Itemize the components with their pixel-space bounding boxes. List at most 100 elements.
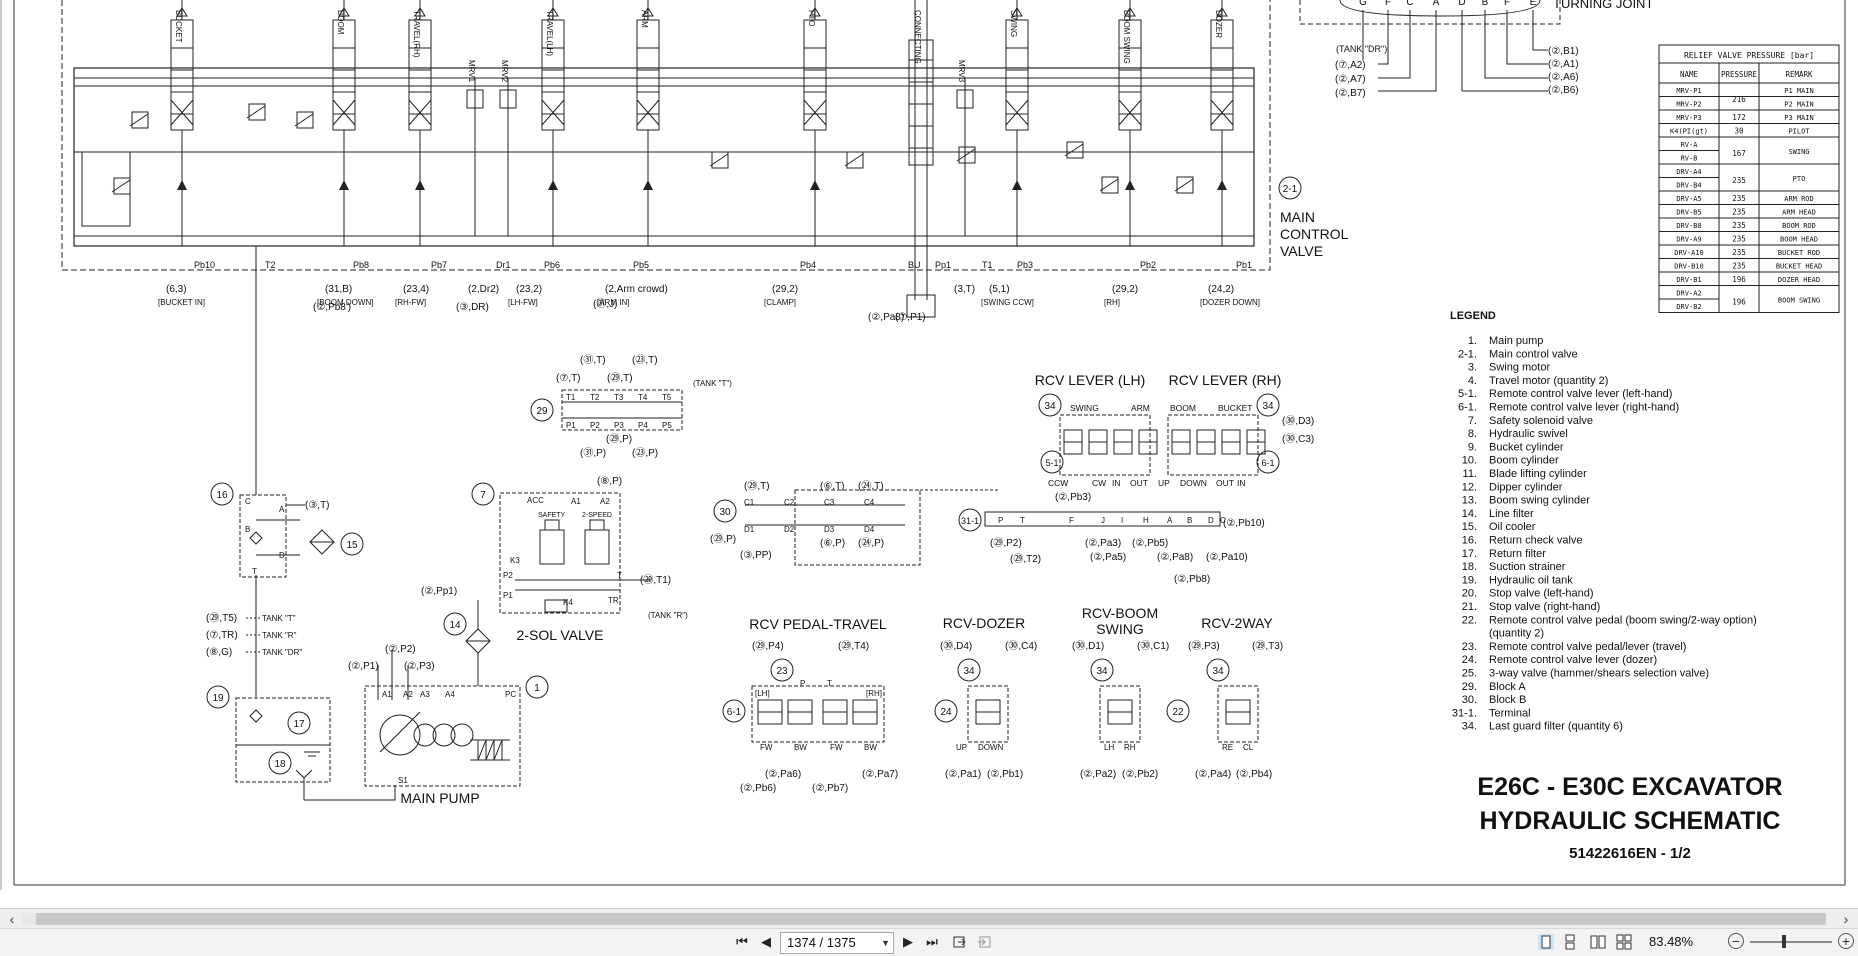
blockb-port-c2: C2	[784, 498, 795, 507]
first-page-icon[interactable]: ⏮	[732, 933, 752, 951]
small-rcv-spool-0	[757, 699, 783, 725]
filter-port-d: D	[279, 551, 285, 560]
rcv-rh-label-4: OUT	[1216, 478, 1234, 488]
zoom-in-icon[interactable]: +	[1838, 933, 1854, 949]
sol-port-a1-0: A1	[571, 497, 581, 506]
legend-num-11: 12.	[1462, 481, 1477, 493]
port-ref-6: (2,Arm crowd)	[605, 284, 668, 295]
dozer-label-down: DOWN	[978, 743, 1004, 752]
facing-view-icon[interactable]	[1590, 934, 1606, 950]
twoway-ref-0: (㉙,P3)	[1188, 640, 1220, 652]
terminal-port-i-4: I	[1121, 516, 1123, 525]
sol-port-k3-2: K3	[510, 556, 520, 565]
turning-joint-right-ref-3: (②,B6)	[1548, 85, 1579, 96]
previous-page-icon[interactable]: ◀	[756, 933, 776, 951]
sol-valve-label: 2-SOL VALVE	[517, 627, 604, 643]
acc-label: ACC	[527, 496, 544, 505]
single-page-view-icon[interactable]	[1538, 934, 1554, 950]
dozer-ref-1: (㉚,C4)	[1005, 640, 1037, 652]
valve-label-3: MRV1	[467, 60, 476, 83]
legend-num-10: 11.	[1463, 468, 1477, 480]
component-16: 16	[216, 490, 228, 501]
terminal-port-t-1: T	[1020, 516, 1025, 525]
blockb-port-d1: D1	[744, 525, 755, 534]
legend-text-17: Suction strainer	[1489, 561, 1566, 573]
port-ref-12: (29,2)	[1112, 284, 1138, 295]
next-page-icon[interactable]: ▶	[898, 933, 918, 951]
boomswing-ref-0: (㉚,D1)	[1072, 640, 1104, 652]
pedal-label-0: [LH]	[755, 689, 770, 698]
blocka-ref-1: (㉓,T)	[632, 354, 658, 366]
page-dropdown-icon[interactable]: ▼	[881, 933, 890, 953]
valve-label-8: CONNECTING	[913, 10, 922, 64]
port-pb2: Pb2	[1140, 260, 1156, 270]
blocka-port-p2: P2	[590, 421, 600, 430]
relief-row-remark-0: P1 MAIN	[1784, 87, 1814, 95]
port-pb8: Pb8	[353, 260, 369, 270]
tank-ref-0: (㉙,T5)	[206, 612, 237, 624]
previous-view-icon[interactable]	[952, 934, 968, 950]
scroll-left-arrow-icon[interactable]: ‹	[4, 911, 20, 927]
relief-row-name-10: DRV-B8	[1676, 222, 1701, 230]
continuous-view-icon[interactable]	[1562, 934, 1578, 950]
rcv-lh-label-2: CCW	[1048, 478, 1068, 488]
sol-port-k4-5: K4	[563, 598, 573, 607]
next-view-icon[interactable]	[976, 934, 992, 950]
port-t2: T2	[265, 260, 276, 270]
small-rcv-spool-2	[822, 699, 848, 725]
port-pb1: Pb1	[1236, 260, 1252, 270]
turning-joint-label: TURNING JOINT	[1553, 0, 1653, 11]
component-19: 19	[212, 693, 224, 704]
legend-num-15: 16.	[1462, 535, 1477, 547]
page-number-field[interactable]: 1374 / 1375 ▼	[780, 932, 894, 954]
scroll-thumb[interactable]	[36, 913, 1826, 925]
sol-port-t-7: T	[617, 571, 622, 580]
relief-valve-symbol-8	[1099, 176, 1119, 194]
sol-port-a2-1: A2	[600, 497, 610, 506]
legend-text-6: Safety solenoid valve	[1489, 415, 1593, 427]
terminal-port-b-7: B	[1187, 516, 1192, 525]
blockb-port-c4: C4	[864, 498, 875, 507]
relief-row-name-16: DRV-B2	[1676, 303, 1701, 311]
scroll-right-arrow-icon[interactable]: ›	[1838, 911, 1854, 927]
relief-row-name-11: DRV-A9	[1676, 236, 1701, 244]
pedal-ref-4: (②,Pb7)	[812, 783, 848, 794]
component-34-boomswing: 34	[1096, 666, 1108, 677]
port-ref-11: (5,1)	[989, 284, 1010, 295]
continuous-facing-view-icon[interactable]	[1616, 934, 1632, 950]
horizontal-scrollbar[interactable]: ‹ ›	[0, 908, 1858, 929]
pump-port-s1: S1	[398, 776, 408, 785]
valve-label-5: TRAVEL(LH)	[545, 10, 554, 56]
zoom-out-icon[interactable]: −	[1728, 933, 1744, 949]
blockb-ref-2: (㉔,T)	[858, 480, 884, 492]
component-30: 30	[719, 507, 731, 518]
zoom-slider-handle[interactable]	[1782, 935, 1786, 948]
relief-row-pressure-3: 30	[1734, 127, 1744, 136]
legend-text-2: Swing motor	[1489, 362, 1550, 374]
legend-text-27: Block B	[1489, 694, 1526, 706]
legend-num-19: 20.	[1462, 588, 1477, 600]
port-desc-13: [DOZER DOWN]	[1200, 298, 1260, 307]
legend-num-26: 29.	[1462, 681, 1477, 693]
legend-text-12: Boom swing cylinder	[1489, 495, 1590, 507]
port-desc-5: [LH-FW]	[508, 298, 538, 307]
filter-port-b: B	[245, 525, 250, 534]
zoom-slider[interactable]	[1750, 941, 1832, 943]
last-page-icon[interactable]: ⏭	[922, 933, 942, 951]
page-number-value: 1374 / 1375	[787, 935, 856, 950]
legend-text-28: Terminal	[1489, 707, 1531, 719]
port-ref-2: (31,B)	[325, 284, 352, 295]
legend-num-8: 9.	[1468, 441, 1477, 453]
tank-t-paren-label: (TANK "T")	[693, 379, 732, 388]
relief-row-name-14: DRV-B1	[1676, 276, 1701, 284]
mcv-label-2: CONTROL	[1280, 226, 1349, 242]
tank-name-2: TANK "DR"	[262, 648, 302, 657]
safety-label: SAFETY	[538, 512, 566, 519]
terminal-ref-6: (②,Pa10)	[1206, 552, 1248, 563]
component-18: 18	[274, 759, 286, 770]
relief-valve-symbol-4	[709, 151, 729, 169]
relief-valve-table: RELIEF VALVE PRESSURE [bar] NAME PRESSURE R…	[1658, 44, 1840, 313]
turning-joint-port-g-0: G	[1359, 0, 1367, 8]
legend-text-16: Return filter	[1489, 548, 1546, 560]
relief-row-remark-8: ARM ROD	[1784, 195, 1814, 203]
